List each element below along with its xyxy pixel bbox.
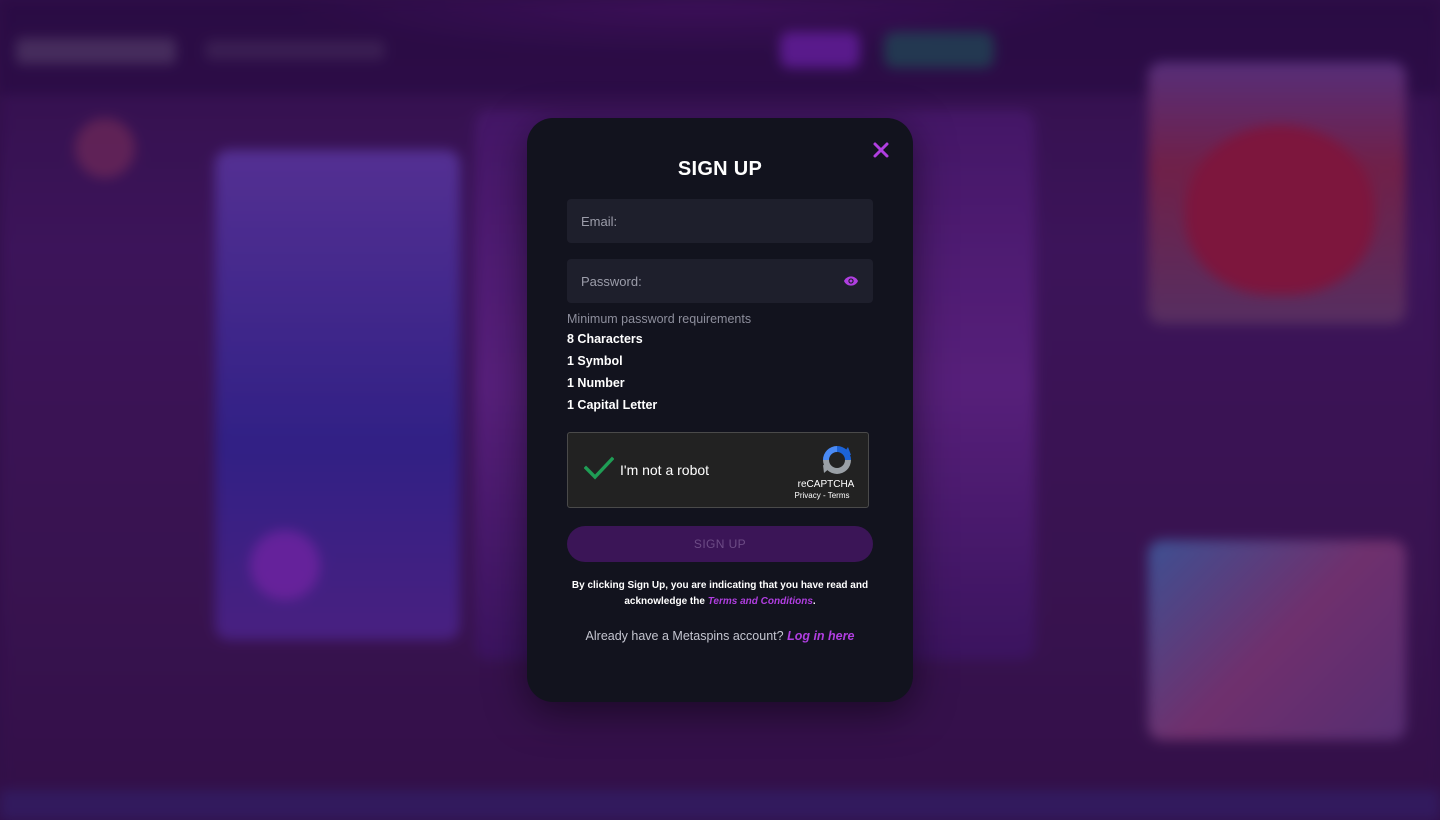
modal-title: SIGN UP bbox=[677, 158, 763, 180]
password-requirements-title: Minimum password requirements bbox=[567, 312, 752, 326]
requirement-item: 8 Characters bbox=[567, 332, 643, 346]
login-prompt-text: Already have a Metaspins account? bbox=[585, 629, 784, 643]
captcha-brand: reCAPTCHA bbox=[797, 479, 855, 490]
signup-modal: SIGN UP Minimum password requirements 8 … bbox=[527, 118, 913, 702]
captcha-checkmark-icon[interactable] bbox=[584, 453, 614, 483]
recaptcha-logo-icon bbox=[823, 446, 851, 474]
login-link[interactable]: Log in here bbox=[787, 629, 854, 643]
close-icon[interactable] bbox=[871, 140, 891, 160]
password-requirements-list: 8 Characters 1 Symbol 1 Number 1 Capital… bbox=[567, 332, 657, 420]
email-input[interactable] bbox=[581, 213, 859, 229]
terms-link[interactable]: Terms and Conditions bbox=[708, 596, 813, 607]
terms-text-end: . bbox=[812, 596, 816, 607]
requirement-item: 1 Capital Letter bbox=[567, 398, 658, 412]
requirement-item: 1 Number bbox=[567, 376, 625, 390]
terms-notice: By clicking Sign Up, you are indicating … bbox=[567, 578, 873, 610]
captcha-label: I'm not a robot bbox=[620, 462, 710, 478]
captcha-links[interactable]: Privacy - Terms bbox=[787, 491, 857, 500]
signup-submit-button[interactable]: SIGN UP bbox=[567, 526, 873, 562]
login-prompt: Already have a Metaspins account? Log in… bbox=[527, 629, 913, 643]
password-input[interactable] bbox=[581, 273, 843, 289]
password-field[interactable] bbox=[567, 259, 873, 303]
eye-icon[interactable] bbox=[843, 273, 859, 289]
email-field[interactable] bbox=[567, 199, 873, 243]
recaptcha-widget: I'm not a robot reCAPTCHA Privacy - Term… bbox=[567, 432, 869, 508]
requirement-item: 1 Symbol bbox=[567, 354, 623, 368]
